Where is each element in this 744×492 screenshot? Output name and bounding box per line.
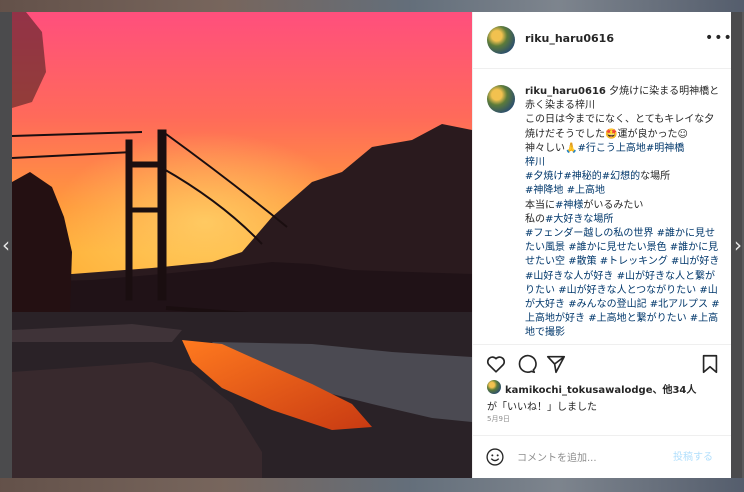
hashtag-link[interactable]: #トレッキング bbox=[600, 256, 668, 267]
caption-segment: な場所 bbox=[640, 171, 671, 183]
share-icon[interactable] bbox=[545, 353, 567, 375]
caption-segment bbox=[719, 256, 722, 267]
comment-icon[interactable] bbox=[515, 353, 537, 375]
bookmark-icon[interactable] bbox=[699, 353, 721, 375]
hashtag-link[interactable]: #神降地 bbox=[525, 185, 563, 196]
caption-segment: 神々しい🙏 bbox=[525, 142, 578, 154]
hashtag-link[interactable]: #上高地 bbox=[567, 185, 605, 196]
likes-suffix: が「いいね！」しました bbox=[487, 402, 597, 413]
caption-segment: この日は今までになく、とてもキレイな夕焼けだそうでした🤩運が良かった☺ bbox=[525, 114, 715, 140]
hashtag-link[interactable]: #神様 bbox=[555, 200, 583, 211]
hashtag-link[interactable]: #明神橋 bbox=[646, 143, 684, 154]
hashtag-link[interactable]: #山が好きな人とつながりたい bbox=[558, 285, 696, 296]
caption-segment: 本当に bbox=[525, 199, 555, 211]
action-bar bbox=[473, 344, 731, 381]
caption-username[interactable]: riku_haru0616 bbox=[525, 86, 606, 97]
hashtag-link[interactable]: #夕焼け bbox=[525, 171, 563, 182]
hashtag-link[interactable]: #フェンダー越しの私の世界 bbox=[525, 228, 653, 239]
hashtag-link[interactable]: #北アルプス bbox=[650, 299, 708, 310]
chevron-left-icon[interactable]: ‹ bbox=[0, 232, 12, 258]
comment-input[interactable] bbox=[515, 447, 669, 469]
likes-section: kamikochi_tokusawalodge、他34人 が「いいね！」しました bbox=[473, 378, 731, 418]
liker-avatar[interactable] bbox=[487, 380, 501, 394]
hashtag-link[interactable]: #上高地と繋がりたい bbox=[588, 313, 686, 324]
hashtag-link[interactable]: #神秘的 bbox=[563, 171, 601, 182]
hashtag-link[interactable]: #誰かに見せたい景色 bbox=[568, 242, 666, 253]
comment-box: 投稿する bbox=[473, 435, 731, 479]
hashtag-link[interactable]: #大好きな場所 bbox=[545, 214, 613, 225]
post-username[interactable]: riku_haru0616 bbox=[525, 32, 614, 45]
hashtag-link[interactable]: #山が好き bbox=[671, 256, 719, 267]
post-comment-button[interactable]: 投稿する bbox=[673, 448, 713, 463]
avatar[interactable] bbox=[487, 26, 515, 54]
caption-text: riku_haru0616 夕焼けに染まる明神橋と赤く染まる梓川 この日は今まで… bbox=[525, 85, 723, 341]
likes-user[interactable]: kamikochi_tokusawalodge、他34人 bbox=[505, 381, 696, 396]
emoji-icon[interactable] bbox=[485, 447, 505, 467]
post-header: riku_haru0616 ••• bbox=[473, 12, 733, 69]
sunset-bridge-image bbox=[12, 12, 472, 478]
hashtag-link[interactable]: 梓川 bbox=[525, 157, 545, 168]
post-side-panel: riku_haru0616 ••• riku_haru0616 夕焼けに染まる明… bbox=[472, 12, 733, 479]
post-modal: riku_haru0616 ••• riku_haru0616 夕焼けに染まる明… bbox=[12, 12, 733, 479]
avatar[interactable] bbox=[487, 85, 515, 113]
caption-section: riku_haru0616 夕焼けに染まる明神橋と赤く染まる梓川 この日は今まで… bbox=[473, 69, 731, 343]
hashtag-link[interactable]: #幻想的 bbox=[602, 171, 640, 182]
more-horizontal-icon[interactable]: ••• bbox=[705, 30, 733, 46]
post-date[interactable]: 5月9日 bbox=[487, 414, 510, 424]
heart-icon[interactable] bbox=[485, 353, 507, 375]
hashtag-link[interactable]: #散策 bbox=[568, 256, 596, 267]
post-photo bbox=[12, 12, 472, 478]
hashtag-link[interactable]: #山好きな人が好き bbox=[525, 271, 613, 282]
hashtag-link[interactable]: #行こう上高地 bbox=[577, 143, 645, 154]
hashtag-link[interactable]: #みんなの登山記 bbox=[568, 299, 646, 310]
background-grid-top bbox=[0, 0, 744, 12]
background-grid-bottom bbox=[0, 478, 744, 492]
chevron-right-icon[interactable]: › bbox=[732, 232, 744, 258]
